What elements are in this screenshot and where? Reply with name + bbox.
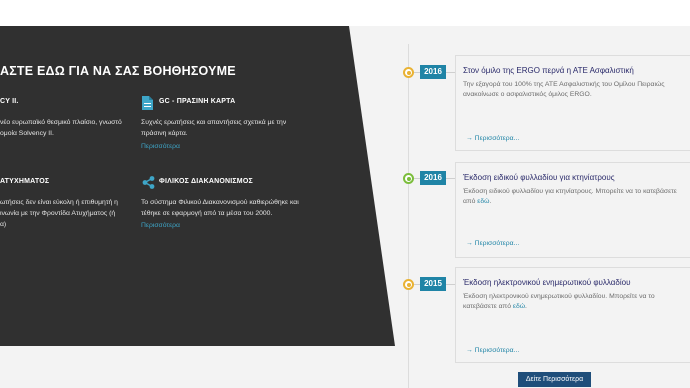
document-icon: [142, 96, 153, 115]
timeline-year-badge: 2016: [420, 171, 446, 185]
timeline-card-description: Έκδοση ειδικού φυλλαδίου για κτηνίατρους…: [463, 187, 677, 206]
help-item-green-card-title: GC - ΠΡΑΣΙΝΗ ΚΑΡΤΑ: [159, 98, 236, 105]
timeline-card-title: Έκδοση ειδικού φυλλαδίου για κτηνίατρους: [463, 173, 615, 182]
timeline-line: [408, 44, 409, 388]
help-item-green-card-more-link[interactable]: Περισσότερα: [141, 143, 180, 150]
timeline-card-description-text: .: [525, 302, 527, 310]
help-item-friendly-settlement-text-2: τέθηκε σε εφαρμογή από τα μέσα του 2000.: [141, 210, 273, 217]
help-item-solvency-title: CY II.: [0, 98, 19, 105]
timeline-card-more-link[interactable]: → Περισσότερα...: [466, 135, 519, 142]
timeline-year-badge: 2016: [420, 65, 446, 79]
timeline-card-more-link[interactable]: → Περισσότερα...: [466, 240, 519, 247]
timeline-card: Έκδοση ειδικού φυλλαδίου για κτηνίατρους…: [455, 162, 690, 258]
timeline-card-description-line: Έκδοση ηλεκτρονικού ενημερωτικού φυλλαδί…: [463, 293, 655, 300]
help-item-accident-text-1: ωτήσεις δεν είναι εύκολη ή επιθυμητή η: [0, 199, 118, 206]
help-item-solvency-text-1: νέο ευρωπαϊκό θεσμικό πλαίσιο, γνωστό: [0, 119, 122, 126]
help-item-green-card-text-2: πράσινη κάρτα.: [141, 130, 188, 137]
timeline-connector: [446, 178, 455, 179]
timeline-card-description-text: .: [489, 197, 492, 205]
help-panel-title: ΑΣΤΕ ΕΔΩ ΓΙΑ ΝΑ ΣΑΣ ΒΟΗΘΗΣΟΥΜΕ: [0, 64, 236, 78]
help-item-accident-text-3: α): [0, 221, 7, 228]
top-strip: [0, 0, 690, 26]
timeline-connector: [446, 284, 455, 285]
timeline-card-description-line: ανακοίνωσε ο ασφαλιστικός όμιλος ERGO.: [463, 90, 592, 98]
timeline-card-description-line: κατεβάσετε από εδώ.: [463, 302, 655, 312]
timeline-card-description: Έκδοση ηλεκτρονικού ενημερωτικού φυλλαδί…: [463, 292, 655, 311]
timeline-card-download-link[interactable]: εδώ: [513, 303, 525, 310]
help-item-green-card-text-1: Συχνές ερωτήσεις και απαντήσεις σχετικά …: [141, 119, 287, 126]
timeline-card-description-line: Έκδοση ειδικού φυλλαδίου για κτηνίατρους…: [463, 188, 677, 195]
timeline-card-description-line: Την εξαγορά του 100% της ΑΤΕ Ασφαλιστική…: [463, 81, 665, 88]
timeline-card-title: Στον όμιλο της ERGO περνά η ΑΤΕ Ασφαλιστ…: [463, 66, 634, 75]
timeline-dot: [403, 173, 414, 184]
timeline-connector: [446, 72, 455, 73]
help-item-friendly-settlement-more-link[interactable]: Περισσότερα: [141, 222, 180, 229]
timeline-dot: [403, 67, 414, 78]
help-item-friendly-settlement-text-1: Το σύστημα Φιλικού Διακανονισμού καθιερώ…: [141, 199, 299, 206]
timeline-card-description-text: κατεβάσετε από: [463, 302, 513, 310]
help-item-solvency-text-2: ομοία Solvency II.: [0, 130, 54, 137]
timeline-card-description-text: από: [463, 197, 478, 205]
see-more-button[interactable]: Δείτε Περισσότερα: [518, 372, 591, 387]
timeline-card-more-link[interactable]: → Περισσότερα...: [466, 347, 519, 354]
timeline-card-description: Την εξαγορά του 100% της ΑΤΕ Ασφαλιστική…: [463, 80, 665, 99]
timeline-card: Στον όμιλο της ERGO περνά η ΑΤΕ Ασφαλιστ…: [455, 55, 690, 151]
share-icon: [142, 176, 155, 194]
help-item-friendly-settlement-title: ΦΙΛΙΚΟΣ ΔΙΑΚΑΝΟΝΙΣΜΟΣ: [159, 178, 253, 185]
timeline-card-download-link[interactable]: εδώ: [477, 198, 489, 205]
timeline-card-description-line: από εδώ.: [463, 197, 677, 207]
timeline-dot: [403, 279, 414, 290]
help-item-accident-title: ΑΤΥΧΗΜΑΤΟΣ: [0, 178, 50, 185]
timeline-card-title: Έκδοση ηλεκτρονικού ενημερωτικού φυλλαδί…: [463, 278, 631, 287]
timeline-year-badge: 2015: [420, 277, 446, 291]
help-item-accident-text-2: ινωνία με την Φροντίδα Ατυχήματος (ή: [0, 210, 116, 217]
timeline-card: Έκδοση ηλεκτρονικού ενημερωτικού φυλλαδί…: [455, 267, 690, 363]
